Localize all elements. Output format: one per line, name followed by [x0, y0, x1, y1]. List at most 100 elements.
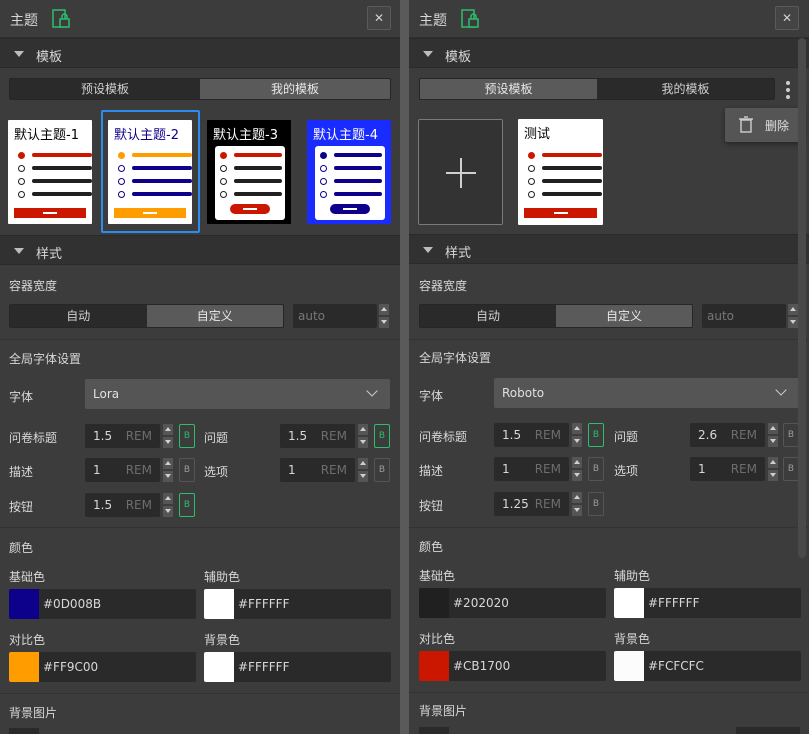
theme-card-2[interactable]: 默认主题-2 — [108, 120, 192, 224]
template-tabs: 预设模板 我的模板 — [419, 78, 775, 100]
theme-name: 默认主题-1 — [14, 128, 79, 143]
width-stepper[interactable] — [788, 304, 798, 328]
section-title: 模板 — [445, 50, 472, 65]
background-color-field[interactable]: #FCFCFC — [614, 651, 801, 681]
secondary-color-field[interactable]: #FFFFFF — [614, 588, 801, 618]
option-bold-toggle[interactable]: B — [783, 457, 799, 481]
question-size-input[interactable]: 2.6 REM — [690, 423, 765, 447]
question-size-stepper[interactable] — [358, 424, 368, 448]
lock-icon[interactable] — [461, 8, 479, 30]
tab-preset-templates[interactable]: 预设模板 — [10, 79, 200, 99]
width-custom-option[interactable]: 自定义 — [146, 305, 283, 327]
collapse-triangle-icon — [14, 248, 24, 254]
tab-preset-templates[interactable]: 预设模板 — [420, 79, 597, 99]
question-bold-toggle[interactable]: B — [374, 424, 390, 448]
contrast-color-field[interactable]: #FF9C00 — [9, 652, 196, 682]
theme-name: 默认主题-2 — [114, 128, 179, 143]
description-size-input[interactable]: 1 REM — [494, 457, 569, 481]
template-section-header[interactable]: 模板 — [0, 38, 400, 68]
close-button[interactable]: ✕ — [367, 6, 391, 30]
my-template-card[interactable]: 测试 — [518, 119, 603, 225]
background-image-picker[interactable] — [419, 727, 449, 734]
option-size-input[interactable]: 1 REM — [280, 458, 355, 482]
add-template-button[interactable] — [418, 119, 503, 225]
option-size-stepper[interactable] — [768, 457, 778, 481]
option-size-input[interactable]: 1 REM — [690, 457, 765, 481]
button-size-stepper[interactable] — [163, 493, 173, 517]
survey-title-size-input[interactable]: 1.5 REM — [494, 423, 569, 447]
plus-icon-vertical — [460, 158, 462, 188]
description-bold-toggle[interactable]: B — [179, 458, 195, 482]
description-size-input[interactable]: 1 REM — [85, 458, 160, 482]
background-color-label: 背景色 — [204, 633, 241, 647]
tab-my-templates[interactable]: 我的模板 — [200, 79, 390, 99]
base-color-field[interactable]: #0D008B — [9, 589, 196, 619]
base-color-swatch[interactable] — [419, 588, 449, 618]
question-size-stepper[interactable] — [768, 423, 778, 447]
survey-title-bold-toggle[interactable]: B — [588, 423, 604, 447]
question-size-input[interactable]: 1.5 REM — [280, 424, 355, 448]
background-color-hex: #FCFCFC — [648, 659, 704, 673]
template-section-header[interactable]: 模板 — [409, 38, 809, 68]
description-bold-toggle[interactable]: B — [588, 457, 604, 481]
size-unit: REM — [534, 428, 561, 442]
container-width-label: 容器宽度 — [419, 279, 468, 293]
question-bold-toggle[interactable]: B — [783, 423, 799, 447]
secondary-color-hex: #FFFFFF — [238, 597, 290, 611]
font-select[interactable]: Lora — [85, 379, 390, 409]
background-color-swatch[interactable] — [204, 652, 234, 682]
contrast-color-swatch[interactable] — [419, 651, 449, 681]
width-input[interactable]: auto — [702, 304, 786, 328]
survey-title-bold-toggle[interactable]: B — [179, 424, 195, 448]
width-custom-option[interactable]: 自定义 — [556, 305, 692, 327]
scrollbar[interactable] — [798, 38, 806, 558]
theme-card-4[interactable]: 默认主题-4 — [307, 120, 391, 224]
size-unit: REM — [320, 463, 347, 477]
base-color-swatch[interactable] — [9, 589, 39, 619]
theme-card-1[interactable]: 默认主题-1 — [8, 120, 92, 224]
contrast-color-field[interactable]: #CB1700 — [419, 651, 606, 681]
secondary-color-swatch[interactable] — [204, 589, 234, 619]
background-color-field[interactable]: #FFFFFF — [204, 652, 391, 682]
option-bold-toggle[interactable]: B — [374, 458, 390, 482]
base-color-hex: #202020 — [453, 596, 509, 610]
button-bold-toggle[interactable]: B — [179, 493, 195, 517]
width-stepper[interactable] — [379, 304, 389, 328]
lock-icon[interactable] — [52, 8, 70, 30]
description-size-stepper[interactable] — [572, 457, 582, 481]
base-color-field[interactable]: #202020 — [419, 588, 606, 618]
delete-menu-item[interactable]: 删除 — [765, 117, 789, 134]
size-value: 1 — [502, 462, 510, 476]
background-image-picker[interactable] — [9, 728, 39, 734]
button-bold-toggle[interactable]: B — [588, 492, 604, 516]
contrast-color-swatch[interactable] — [9, 652, 39, 682]
trash-icon — [739, 116, 753, 133]
survey-title-size-input[interactable]: 1.5 REM — [85, 424, 160, 448]
close-button[interactable]: ✕ — [775, 6, 799, 30]
style-section-header[interactable]: 样式 — [409, 234, 809, 264]
secondary-color-field[interactable]: #FFFFFF — [204, 589, 391, 619]
font-select[interactable]: Roboto — [494, 378, 799, 408]
width-auto-option[interactable]: 自动 — [10, 305, 147, 327]
template-tabs: 预设模板 我的模板 — [9, 78, 391, 100]
global-font-label: 全局字体设置 — [419, 351, 492, 365]
width-auto-option[interactable]: 自动 — [420, 305, 556, 327]
width-input[interactable]: auto — [293, 304, 377, 328]
divider — [409, 339, 809, 340]
background-color-swatch[interactable] — [614, 651, 644, 681]
theme-card-3[interactable]: 默认主题-3 — [207, 120, 291, 224]
button-size-input[interactable]: 1.25 REM — [494, 492, 569, 516]
global-font-label: 全局字体设置 — [9, 352, 82, 366]
more-options-icon[interactable] — [785, 81, 791, 99]
style-section-header[interactable]: 样式 — [0, 235, 400, 265]
background-color-label: 背景色 — [614, 632, 651, 646]
button-size-stepper[interactable] — [572, 492, 582, 516]
secondary-color-swatch[interactable] — [614, 588, 644, 618]
button-size-input[interactable]: 1.5 REM — [85, 493, 160, 517]
tab-my-templates[interactable]: 我的模板 — [597, 79, 774, 99]
background-image-button[interactable] — [736, 727, 800, 734]
survey-title-size-stepper[interactable] — [572, 423, 582, 447]
survey-title-size-stepper[interactable] — [163, 424, 173, 448]
option-size-stepper[interactable] — [358, 458, 368, 482]
description-size-stepper[interactable] — [163, 458, 173, 482]
